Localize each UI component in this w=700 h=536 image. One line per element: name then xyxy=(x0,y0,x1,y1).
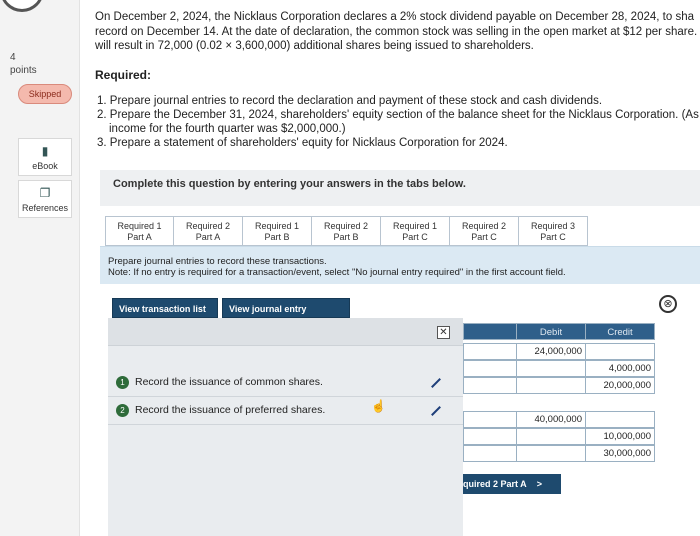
references-label: References xyxy=(21,203,69,213)
debit-cell[interactable] xyxy=(516,428,586,445)
hand-cursor-icon: ☝ xyxy=(371,399,386,413)
grid-header-blank xyxy=(463,323,517,340)
note-line: Prepare journal entries to record these … xyxy=(108,256,327,267)
problem-line: will result in 72,000 (0.02 × 3,600,000)… xyxy=(95,40,534,52)
close-icon[interactable]: ⊗ xyxy=(659,295,677,313)
ebook-label: eBook xyxy=(32,161,58,171)
tab-line: Required 2 xyxy=(461,221,507,231)
note-line: Note: If no entry is required for a tran… xyxy=(108,267,566,278)
chevron-right-icon: > xyxy=(536,479,542,489)
transaction-number: 2 xyxy=(116,404,129,417)
credit-cell[interactable] xyxy=(585,343,655,360)
divider xyxy=(108,396,463,397)
next-label: quired 2 Part A xyxy=(463,479,527,489)
transaction-row[interactable]: 1 Record the issuance of common shares. xyxy=(116,376,323,389)
required-heading: Required: xyxy=(95,68,152,82)
transaction-number: 1 xyxy=(116,376,129,389)
credit-cell[interactable]: 20,000,000 xyxy=(585,377,655,394)
credit-cell[interactable] xyxy=(585,411,655,428)
book-icon: ▮ xyxy=(41,144,49,158)
tab-required-1-part-b[interactable]: Required 1 Part B xyxy=(243,216,312,246)
problem-line: record on December 14. At the date of de… xyxy=(95,25,698,38)
status-badge: Skipped xyxy=(18,84,72,104)
tab-line: Required 1 xyxy=(392,221,438,231)
tab-required-2-part-b[interactable]: Required 2 Part B xyxy=(312,216,381,246)
tab-line: Part A xyxy=(127,232,152,242)
required-item-2-continued: income for the fourth quarter was $2,000… xyxy=(109,123,346,135)
required-item-2: 2. Prepare the December 31, 2024, shareh… xyxy=(97,109,699,121)
account-cell xyxy=(463,411,517,428)
tab-required-1-part-a[interactable]: Required 1 Part A xyxy=(105,216,174,246)
account-cell xyxy=(463,428,517,445)
credit-cell[interactable]: 4,000,000 xyxy=(585,360,655,377)
view-journal-worksheet-button[interactable]: View journal entry worksheet xyxy=(222,298,350,334)
tab-line: Part C xyxy=(540,232,566,242)
points-value: 4 xyxy=(10,52,16,63)
debit-header: Debit xyxy=(516,323,586,340)
transaction-text: Record the issuance of preferred shares. xyxy=(135,404,326,416)
debit-cell[interactable]: 24,000,000 xyxy=(516,343,586,360)
instruction-text: Complete this question by entering your … xyxy=(113,178,466,190)
problem-statement: On December 2, 2024, the Nicklaus Corpor… xyxy=(95,10,700,54)
account-cell xyxy=(463,445,517,462)
debit-cell[interactable] xyxy=(516,445,586,462)
tab-line: Part C xyxy=(471,232,497,242)
tab-line: Required 1 xyxy=(117,221,162,231)
tab-bar: Required 1 Part A Required 2 Part A Requir… xyxy=(105,216,588,246)
credit-header: Credit xyxy=(585,323,655,340)
transaction-row[interactable]: 2 Record the issuance of preferred shares… xyxy=(116,404,325,417)
tab-required-2-part-c[interactable]: Required 2 Part C xyxy=(450,216,519,246)
references-button[interactable]: ❐ References xyxy=(18,180,72,218)
tab-line: Part C xyxy=(402,232,428,242)
close-panel-icon[interactable]: ✕ xyxy=(437,326,450,339)
panel-header xyxy=(108,318,463,346)
problem-line: On December 2, 2024, the Nicklaus Corpor… xyxy=(95,11,694,23)
credit-cell[interactable]: 10,000,000 xyxy=(585,428,655,445)
points-label: points xyxy=(10,65,37,76)
document-icon: ❐ xyxy=(39,186,51,200)
tab-line: Required 2 xyxy=(185,221,231,231)
required-list: 1. Prepare journal entries to record the… xyxy=(97,94,700,150)
debit-cell[interactable]: 40,000,000 xyxy=(516,411,586,428)
tab-required-1-part-c[interactable]: Required 1 Part C xyxy=(381,216,450,246)
credit-cell[interactable]: 30,000,000 xyxy=(585,445,655,462)
account-cell xyxy=(463,377,517,394)
tab-required-2-part-a[interactable]: Required 2 Part A xyxy=(174,216,243,246)
required-item-1: 1. Prepare journal entries to record the… xyxy=(97,95,603,107)
account-cell xyxy=(463,360,517,377)
tab-required-3-part-c[interactable]: Required 3 Part C xyxy=(519,216,588,246)
view-transaction-list-button[interactable]: View transaction list xyxy=(112,298,218,318)
account-cell xyxy=(463,343,517,360)
left-sidebar: 4 points Skipped ▮ eBook ❐ References xyxy=(0,0,80,536)
tab-line: Required 1 xyxy=(254,221,300,231)
tab-line: Required 2 xyxy=(323,221,369,231)
transaction-list-panel xyxy=(108,318,463,536)
next-required-button[interactable]: quired 2 Part A > xyxy=(463,474,561,494)
debit-cell[interactable] xyxy=(516,377,586,394)
ebook-button[interactable]: ▮ eBook xyxy=(18,138,72,176)
tab-line: Part B xyxy=(264,232,290,242)
tab-line: Part A xyxy=(195,232,221,242)
debit-cell[interactable] xyxy=(516,360,586,377)
instruction-note: Prepare journal entries to record these … xyxy=(100,246,700,284)
progress-circle-icon xyxy=(0,0,44,12)
transaction-text: Record the issuance of common shares. xyxy=(135,376,323,388)
tab-line: Part B xyxy=(333,232,359,242)
divider xyxy=(108,424,463,425)
tab-line: Required 3 xyxy=(530,221,576,231)
required-item-3: 3. Prepare a statement of shareholders' … xyxy=(97,137,508,149)
